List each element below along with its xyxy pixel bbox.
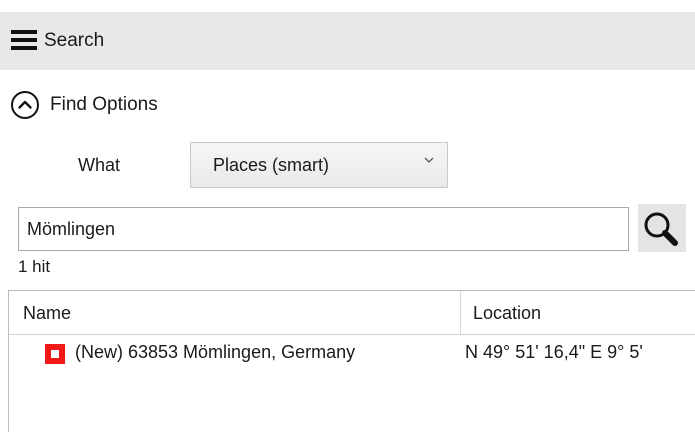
hamburger-icon[interactable] xyxy=(11,30,37,50)
row-location: N 49° 51' 16,4" E 9° 5' xyxy=(465,342,643,362)
header-bar: Search xyxy=(0,12,695,70)
table-row[interactable]: (New) 63853 Mömlingen, Germany N 49° 51'… xyxy=(9,335,695,373)
column-header-name[interactable]: Name xyxy=(9,291,461,335)
search-button[interactable] xyxy=(638,204,686,252)
column-header-location[interactable]: Location xyxy=(461,291,695,335)
row-name: (New) 63853 Mömlingen, Germany xyxy=(75,342,356,362)
hit-count: 1 hit xyxy=(18,257,51,276)
magnifier-icon xyxy=(644,212,678,246)
find-options-toggle[interactable]: Find Options xyxy=(10,88,158,122)
search-input[interactable] xyxy=(18,207,629,251)
chevron-up-circle-icon xyxy=(11,91,39,119)
chevron-down-icon xyxy=(424,157,434,163)
page-title: Search xyxy=(44,30,105,51)
search-panel: Search Find Options What Places (smart) … xyxy=(0,0,695,432)
place-marker-icon xyxy=(45,344,65,364)
what-label: What xyxy=(78,155,121,175)
what-dropdown[interactable]: Places (smart) xyxy=(190,142,448,188)
find-options-label: Find Options xyxy=(50,94,158,115)
results-table: Name Location (New) 63853 Mömlingen, Ger… xyxy=(8,290,695,432)
what-dropdown-value: Places (smart) xyxy=(213,155,330,175)
